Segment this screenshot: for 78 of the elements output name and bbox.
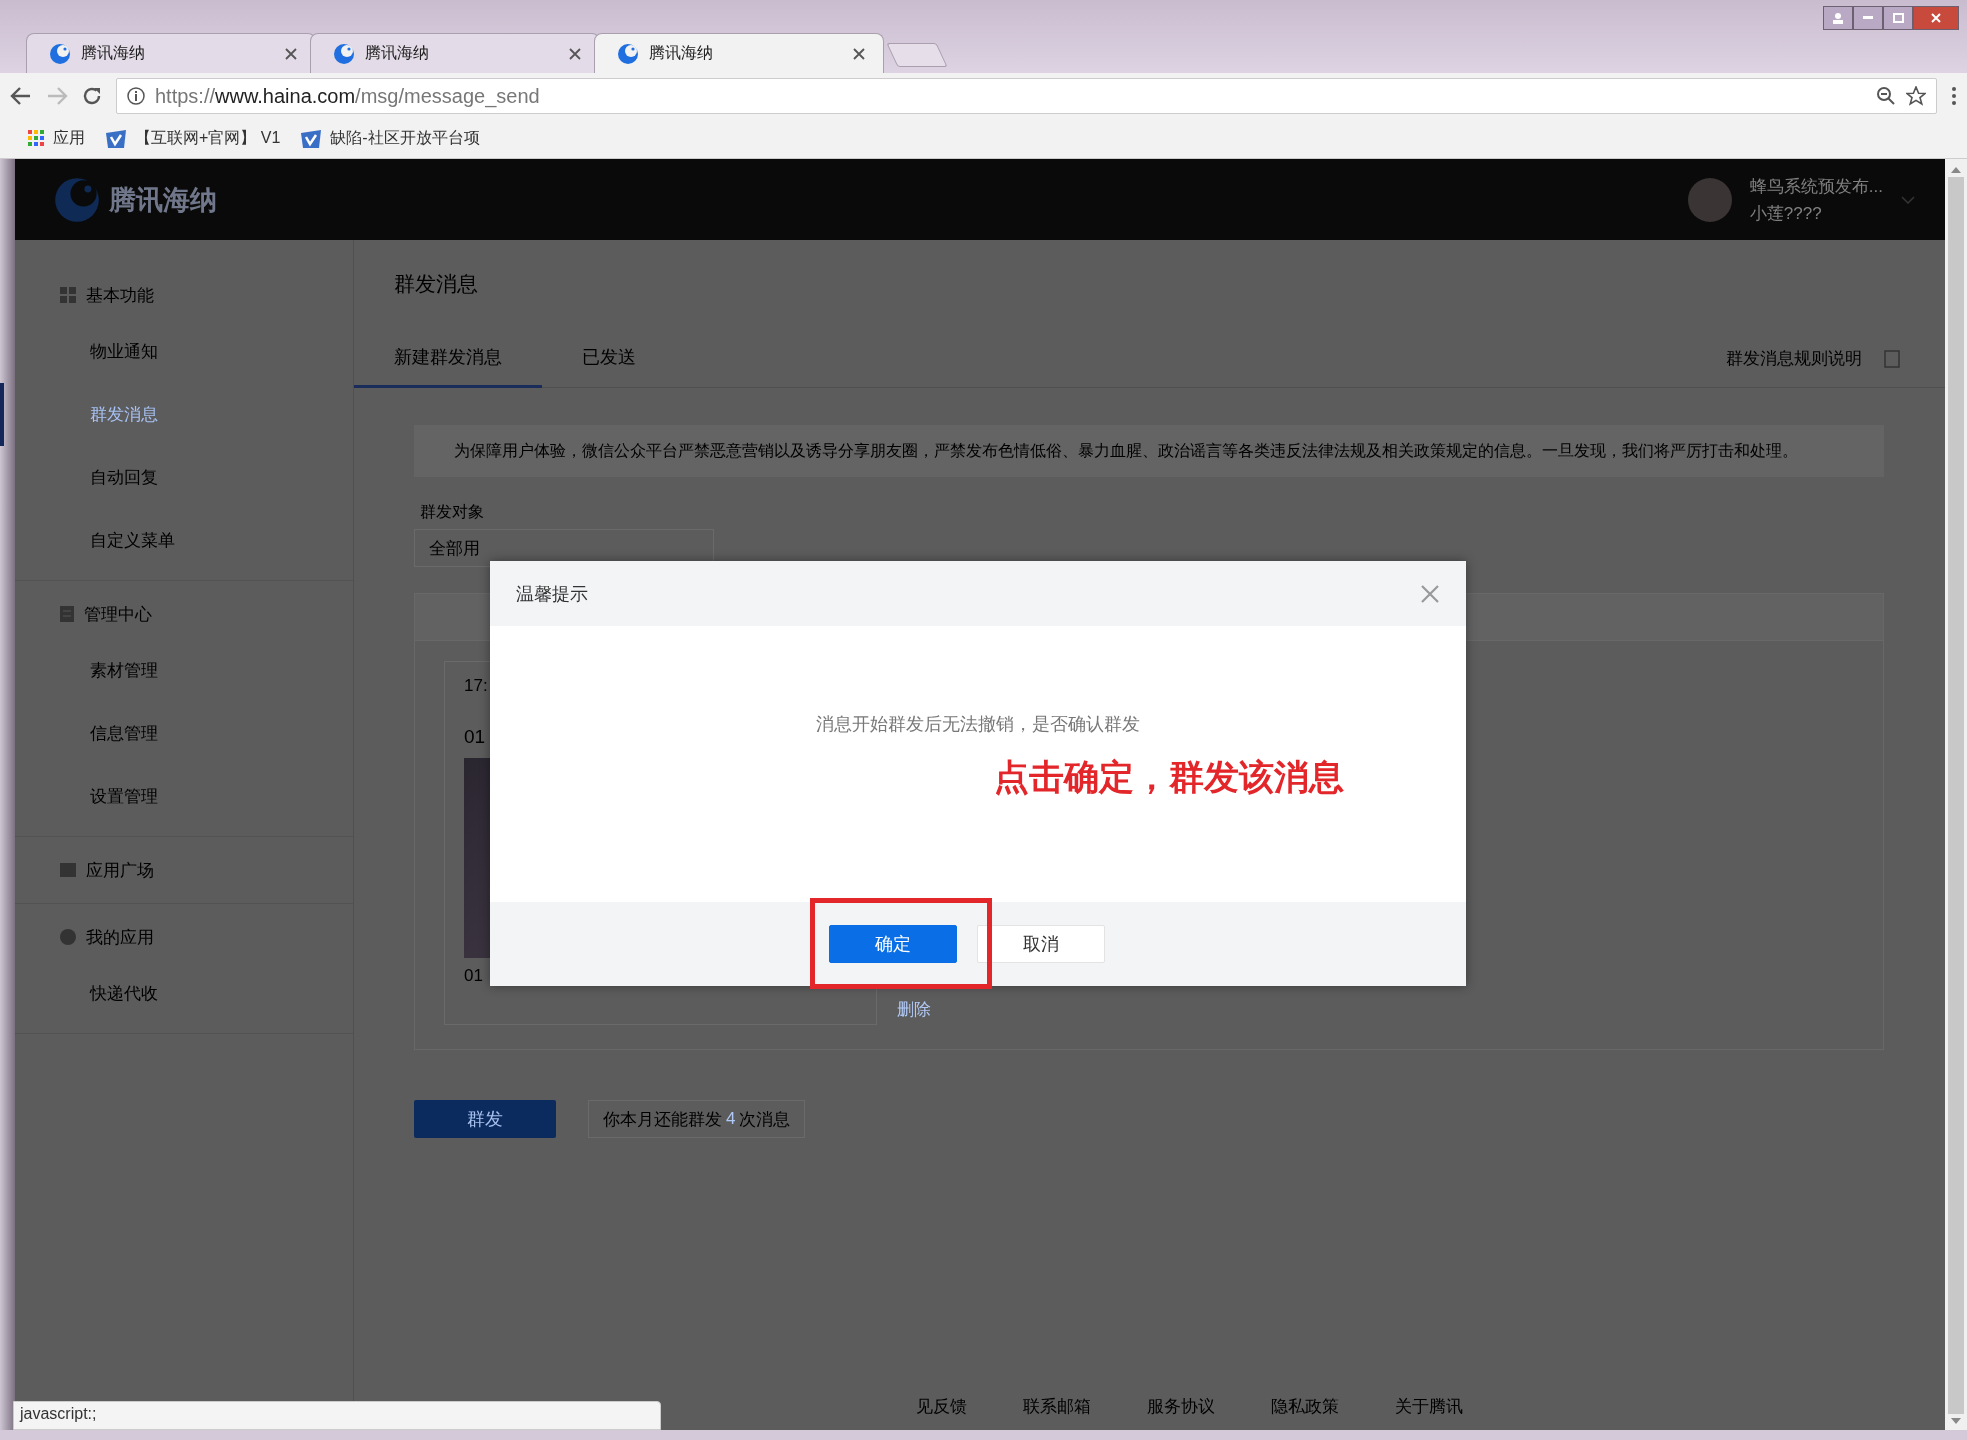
person-icon <box>1832 12 1844 24</box>
reload-icon[interactable] <box>82 86 102 106</box>
message-title: 01 <box>464 726 487 748</box>
delete-link[interactable]: 删除 <box>897 998 931 1021</box>
close-icon[interactable] <box>569 47 581 60</box>
quota-note: 你本月还能群发 4 次消息 <box>588 1100 806 1138</box>
page-title: 群发消息 <box>394 272 478 295</box>
scroll-down-icon[interactable] <box>1951 1418 1961 1424</box>
bookmark-link[interactable]: 【互联网+官网】 V1 <box>105 128 281 149</box>
menu-icon[interactable] <box>1951 86 1957 106</box>
sidebar-item[interactable]: 群发消息 <box>0 383 353 446</box>
footer-link[interactable]: 服务协议 <box>1147 1394 1215 1418</box>
brand-name: 腾讯海纳 <box>109 183 217 217</box>
rules-link[interactable]: 群发消息规则说明 <box>1726 347 1862 370</box>
maximize-button[interactable] <box>1883 6 1913 30</box>
group-label: 基本功能 <box>86 284 154 307</box>
bookmark-site-icon <box>105 128 127 149</box>
sidebar-item[interactable]: 设置管理 <box>0 765 353 828</box>
close-icon <box>1931 13 1941 23</box>
page-tab[interactable]: 已发送 <box>542 329 676 388</box>
zoom-icon[interactable] <box>1876 86 1896 106</box>
sidebar-item[interactable]: 快递代收 <box>0 962 353 1025</box>
close-icon[interactable] <box>285 47 297 60</box>
crescent-logo-icon <box>617 42 639 65</box>
cancel-button[interactable]: 取消 <box>977 925 1105 963</box>
grid-icon <box>60 287 76 303</box>
confirm-button[interactable]: 确定 <box>829 925 957 963</box>
maximize-icon <box>1892 13 1904 23</box>
message-time: 17: <box>464 676 489 696</box>
browser-tab[interactable]: 腾讯海纳 <box>594 33 884 73</box>
group-label: 我的应用 <box>86 926 154 949</box>
status-url: javascript:; <box>13 1401 661 1430</box>
crescent-logo-icon <box>49 42 71 65</box>
field-label: 群发对象 <box>420 503 484 520</box>
footer-link[interactable]: 见反馈 <box>916 1394 967 1418</box>
document-icon <box>60 606 74 622</box>
dialog-message: 消息开始群发后无法撤销，是否确认群发 <box>816 713 1140 736</box>
minimize-button[interactable] <box>1853 6 1883 30</box>
close-button[interactable] <box>1420 583 1440 604</box>
url-text: https://www.haina.com/msg/message_send <box>155 84 541 108</box>
address-bar[interactable]: https://www.haina.com/msg/message_send <box>116 78 1937 114</box>
bookmark-link[interactable]: 应用 <box>28 128 85 149</box>
user-name: 小莲???? <box>1749 202 1823 225</box>
globe-icon <box>60 929 76 945</box>
dialog-title: 温馨提示 <box>516 582 589 606</box>
notice-text: 为保障用户体验，微信公众平台严禁恶意营销以及诱导分享朋友圈，严禁发布色情低俗、暴力血腥、政治谣言等各类违反法律法规及相关政策规定的信息。一旦发现，我们将严厉打击和处理。 <box>414 425 1884 477</box>
scrollbar[interactable] <box>1945 159 1967 1430</box>
sidebar-item[interactable]: 自定义菜单 <box>0 509 353 572</box>
send-button[interactable]: 群发 <box>414 1100 556 1138</box>
group-label: 应用广场 <box>86 859 154 882</box>
profile-button[interactable] <box>1823 6 1853 30</box>
footer-link[interactable]: 隐私政策 <box>1271 1394 1339 1418</box>
crescent-logo-icon <box>53 175 101 224</box>
close-icon[interactable] <box>853 47 865 60</box>
info-icon <box>127 87 145 105</box>
footer-link[interactable]: 关于腾讯 <box>1395 1394 1463 1418</box>
bookmark-link[interactable]: 缺陷-社区开放平台项 <box>300 128 480 149</box>
minimize-icon <box>1863 16 1873 20</box>
group-label: 管理中心 <box>84 603 152 626</box>
annotation-text: 点击确定，群发该消息 <box>994 756 1344 798</box>
tab-title: 腾讯海纳 <box>81 43 146 63</box>
apps-grid-icon <box>28 130 45 147</box>
tab-title: 腾讯海纳 <box>365 43 430 63</box>
star-icon[interactable] <box>1906 86 1926 106</box>
crescent-logo-icon <box>333 42 355 65</box>
bookmark-site-icon <box>300 128 323 149</box>
sidebar-item[interactable]: 自动回复 <box>0 446 353 509</box>
close-window-button[interactable] <box>1913 6 1959 30</box>
back-icon[interactable] <box>10 86 32 106</box>
sidebar-item[interactable]: 素材管理 <box>0 639 353 702</box>
scroll-up-icon[interactable] <box>1951 167 1961 173</box>
photo-caption: 01 <box>464 966 484 986</box>
tab-title: 腾讯海纳 <box>649 43 714 63</box>
page-tab[interactable]: 新建群发消息 <box>354 329 542 388</box>
sidebar-item[interactable]: 信息管理 <box>0 702 353 765</box>
account-name: 蜂鸟系统预发布... <box>1749 175 1883 198</box>
sidebar-item[interactable]: 物业通知 <box>0 320 353 383</box>
footer-link[interactable]: 联系邮箱 <box>1023 1394 1091 1418</box>
